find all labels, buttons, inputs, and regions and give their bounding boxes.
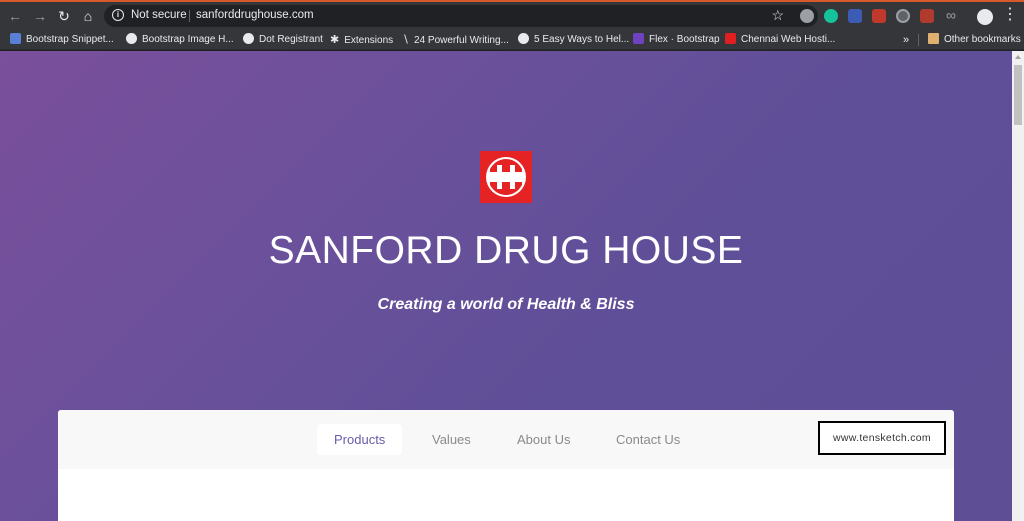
grammarly-extension-icon[interactable] [824,9,838,23]
bookmark-label: 24 Powerful Writing... [414,35,509,46]
globe-icon [518,33,529,44]
ublock-extension-icon[interactable] [920,9,934,23]
nav-products[interactable]: Products [317,424,403,455]
sanford-logo-icon [480,151,532,203]
bookmark-label: Bootstrap Snippet... [26,34,114,45]
bootstrap-icon [633,33,644,44]
bookmarks-bar: Bootstrap Snippet... Bootstrap Image H..… [0,30,1024,50]
divider [189,10,190,22]
info-extension-icon[interactable] [848,9,862,23]
more-bookmarks-icon[interactable]: » [903,32,909,48]
bookmark-item[interactable]: Bootstrap Image H... [126,32,234,48]
nav-about-us[interactable]: About Us [500,424,587,455]
globe-icon [126,33,137,44]
page-scrollbar[interactable] [1012,51,1024,521]
globe-icon [243,33,254,44]
profile-avatar[interactable] [977,9,993,25]
info-icon[interactable]: i [112,9,124,21]
menu-dots-icon[interactable]: ⋮ [1002,6,1018,24]
bookmark-item[interactable]: Bootstrap Snippet... [10,32,114,48]
bookmark-item[interactable]: 5 Easy Ways to Hel... [518,32,629,48]
bookmark-label: 5 Easy Ways to Hel... [534,34,630,45]
home-icon[interactable]: ⌂ [79,7,97,25]
bookmark-item[interactable]: Dot Registrant [243,32,323,48]
site-tagline: Creating a world of Health & Bliss [377,296,635,313]
writing-icon: ∖ [402,34,410,46]
security-status: Not secure [131,9,187,21]
folder-icon [928,33,939,44]
pdf-extension-icon[interactable] [872,9,886,23]
hosting-icon [725,33,736,44]
back-arrow-icon[interactable]: ← [6,7,24,25]
scrollbar-thumb[interactable] [1014,65,1022,125]
site-logo[interactable] [480,151,532,203]
scroll-up-icon[interactable] [1015,55,1021,59]
divider [918,34,919,46]
bootstrap-snippet-icon [10,33,21,44]
watermark-label: www.tensketch.com [818,421,946,455]
other-bookmarks[interactable]: Other bookmarks [928,32,1021,48]
site-title: SANFORD DRUG HOUSE [268,229,744,272]
puzzle-icon: ✱ [330,34,340,46]
reload-icon[interactable]: ↻ [55,7,73,25]
browser-toolbar: ← → ↻ ⌂ i Not secure sanforddrughouse.co… [0,0,1024,30]
bookmark-item[interactable]: Chennai Web Hosti... [725,32,835,48]
cloud-extension-icon[interactable] [800,9,814,23]
bookmark-label: Flex · Bootstrap [649,34,720,45]
link-extension-icon[interactable]: ∞ [944,8,958,23]
bookmark-label: Extensions [344,35,394,46]
bookmark-item[interactable]: ✱ Extensions [330,32,393,48]
bookmark-label: Dot Registrant [259,34,323,45]
bookmark-label: Bootstrap Image H... [142,34,234,45]
address-bar[interactable]: i Not secure sanforddrughouse.com ☆ [104,5,818,27]
url-text[interactable]: sanforddrughouse.com [196,9,314,21]
forward-arrow-icon[interactable]: → [31,7,49,25]
nav-contact-us[interactable]: Contact Us [599,424,697,455]
record-extension-icon[interactable] [896,9,910,23]
bookmark-label: Other bookmarks [944,34,1021,45]
nav-values[interactable]: Values [415,424,488,455]
bookmark-label: Chennai Web Hosti... [741,34,836,45]
bookmark-item[interactable]: Flex · Bootstrap [633,32,720,48]
bookmark-item[interactable]: ∖ 24 Powerful Writing... [402,32,509,48]
bookmark-star-icon[interactable]: ☆ [771,7,784,24]
